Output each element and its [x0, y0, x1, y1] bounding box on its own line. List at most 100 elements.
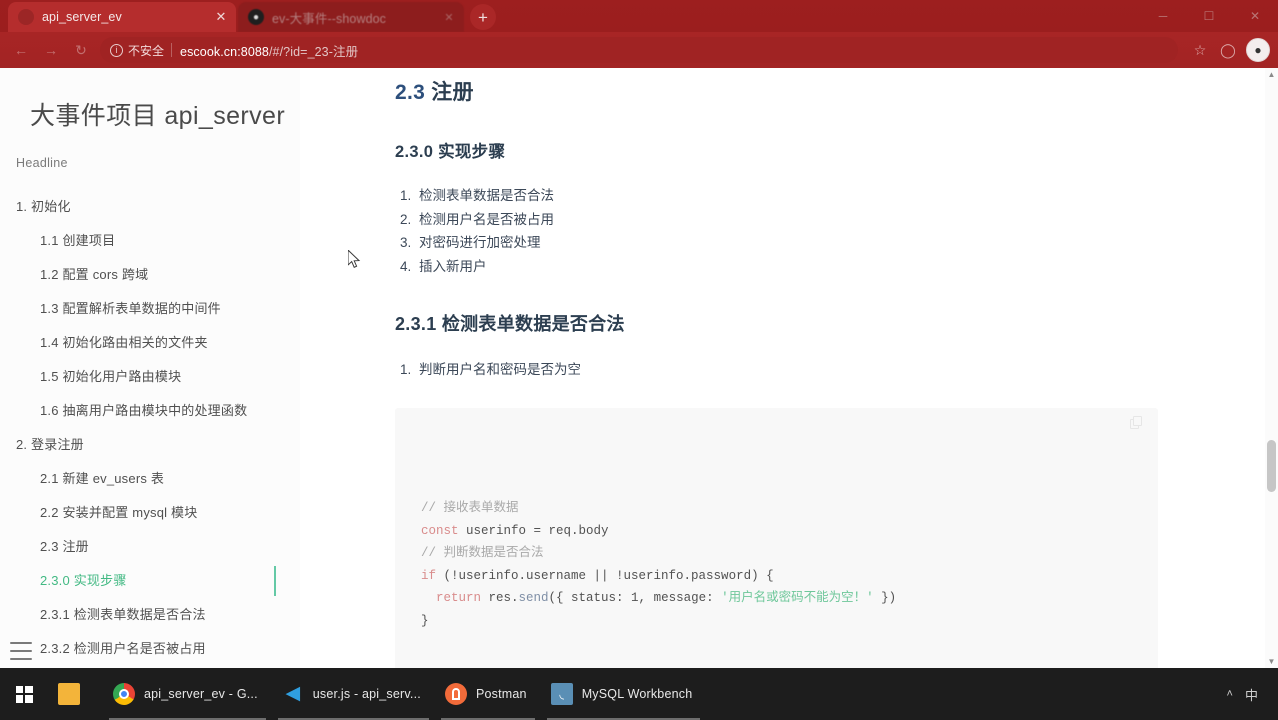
code-token: }	[421, 613, 429, 628]
circle-icon[interactable]: ◯	[1214, 36, 1242, 64]
info-circle-icon[interactable]: i	[110, 43, 123, 57]
sidebar-item-2-3-0[interactable]: 2.3.0 实现步骤	[0, 564, 300, 598]
doc-content: 2.3 注册 2.3.0 实现步骤 检测表单数据是否合法 检测用户名是否被占用 …	[300, 68, 1278, 668]
forward-icon[interactable]: →	[36, 35, 66, 65]
taskbar-item-postman[interactable]: Postman	[435, 668, 541, 720]
sidebar-item-2-1[interactable]: 2.1 新建 ev_users 表	[0, 462, 300, 496]
star-icon[interactable]: ☆	[1186, 36, 1214, 64]
sidebar-nav: Headline 1. 初始化 1.1 创建项目 1.2 配置 cors 跨域 …	[0, 156, 300, 666]
sidebar-item-2-3-2[interactable]: 2.3.2 检测用户名是否被占用	[0, 632, 300, 666]
code-block: // 接收表单数据 const userinfo = req.body // 判断数…	[395, 407, 1158, 668]
sidebar-item-1-3[interactable]: 1.3 配置解析表单数据的中间件	[0, 292, 300, 326]
tab-title: api_server_ev	[42, 10, 122, 24]
code-token: '用户名或密码不能为空！'	[721, 591, 874, 605]
taskbar-item-label: Postman	[475, 687, 527, 701]
steps-list-2-3-0: 检测表单数据是否合法 检测用户名是否被占用 对密码进行加密处理 插入新用户	[415, 184, 1158, 278]
code-token: ({ status: 1, message:	[548, 591, 722, 605]
start-button[interactable]	[0, 668, 48, 720]
list-item: 检测用户名是否被占用	[415, 208, 1158, 232]
hamburger-bar	[10, 642, 32, 644]
minimize-icon[interactable]: ─	[1140, 0, 1186, 32]
site-title: 大事件项目 api_server	[30, 102, 286, 130]
taskbar-item-label: MySQL Workbench	[581, 687, 693, 701]
sidebar-item-2-3[interactable]: 2.3 注册	[0, 530, 300, 564]
scroll-down-icon[interactable]: ▼	[1265, 655, 1278, 668]
close-icon[interactable]: ✕	[1232, 0, 1278, 32]
code-line: if (!userinfo.username || !userinfo.pass…	[421, 565, 1138, 588]
omnibox-divider	[171, 43, 173, 57]
taskbar-item-chrome[interactable]: api_server_ev - G...	[103, 668, 272, 720]
code-token: // 判断数据是否合法	[421, 546, 544, 560]
sidebar-item-1-2[interactable]: 1.2 配置 cors 跨域	[0, 258, 300, 292]
chevron-up-icon[interactable]: ˄	[1217, 688, 1243, 700]
code-token: (!userinfo.username || !userinfo.passwor…	[436, 568, 774, 583]
copy-icon[interactable]	[1130, 415, 1144, 430]
code-line: // 接收表单数据	[421, 497, 1138, 520]
code-lines: // 接收表单数据 const userinfo = req.body // 判断数…	[421, 497, 1138, 632]
sidebar-item-label: 2.3.0 实现步骤	[40, 573, 127, 588]
tab-close-icon[interactable]: ✕	[212, 8, 230, 26]
taskbar: api_server_ev - G... ◀ user.js - api_ser…	[0, 668, 1278, 720]
sidebar-item-1-5[interactable]: 1.5 初始化用户路由模块	[0, 360, 300, 394]
taskbar-item-label: user.js - api_serv...	[312, 687, 421, 701]
code-token: })	[873, 591, 897, 605]
doc-sidebar: 大事件项目 api_server Headline 1. 初始化 1.1 创建项…	[0, 68, 300, 668]
sidebar-item-1-4[interactable]: 1.4 初始化路由相关的文件夹	[0, 326, 300, 360]
heading-2-3-1: 2.3.1 检测表单数据是否合法	[395, 314, 625, 334]
sidebar-item-1-1[interactable]: 1.1 创建项目	[0, 224, 300, 258]
sidebar-item-2[interactable]: 2. 登录注册	[0, 428, 300, 462]
heading-2-3-0: 2.3.0 实现步骤	[395, 143, 506, 161]
page-title-text: 注册	[431, 81, 474, 104]
code-token: userinfo = req.body	[458, 523, 609, 538]
mouse-cursor	[348, 250, 361, 268]
code-token: return	[421, 591, 482, 605]
back-icon[interactable]: ←	[6, 35, 36, 65]
hamburger-icon[interactable]	[10, 642, 32, 660]
chrome-icon	[113, 683, 135, 705]
sidebar-item-2-3-1[interactable]: 2.3.1 检测表单数据是否合法	[0, 598, 300, 632]
ime-indicator[interactable]: 中	[1243, 685, 1270, 704]
taskbar-item-mysql-workbench[interactable]: ◟ MySQL Workbench	[541, 668, 707, 720]
page-scrollbar[interactable]: ▲ ▼	[1265, 68, 1278, 668]
scroll-up-icon[interactable]: ▲	[1265, 68, 1278, 81]
code-token: // 接收表单数据	[421, 501, 519, 515]
window-controls: ─ ☐ ✕	[1138, 0, 1278, 32]
tab-ev-showdoc[interactable]: ● ev-大事件--showdoc ✕	[238, 2, 464, 32]
taskbar-item-label: api_server_ev - G...	[144, 687, 258, 701]
hamburger-bar	[10, 658, 32, 660]
avatar[interactable]: ●	[1246, 38, 1270, 62]
tab-strip: api_server_ev ✕ ● ev-大事件--showdoc ✕ + ─ …	[0, 0, 1278, 32]
mysql-icon: ◟	[550, 683, 573, 705]
code-line: }	[421, 610, 1138, 633]
code-token: if	[421, 568, 437, 583]
url-text: escook.cn:8088/#/?id=_23-注册	[180, 41, 358, 60]
page-title: 2.3 注册	[395, 76, 1158, 106]
taskbar-item-vscode[interactable]: ◀ user.js - api_serv...	[272, 668, 435, 720]
steps-list-2-3-1: 判断用户名和密码是否为空	[415, 358, 1158, 382]
system-tray: ˄ 中	[1217, 685, 1278, 704]
sidebar-item-1[interactable]: 1. 初始化	[0, 190, 300, 224]
folder-icon	[58, 683, 80, 705]
page-icon	[18, 9, 34, 25]
new-tab-button[interactable]: +	[470, 4, 496, 30]
sidebar-item-2-2[interactable]: 2.2 安装并配置 mysql 模块	[0, 496, 300, 530]
tab-close-icon[interactable]: ✕	[440, 8, 458, 26]
code-token: res.	[481, 591, 519, 605]
scrollbar-thumb[interactable]	[1267, 440, 1276, 492]
reload-icon[interactable]: ↻	[66, 35, 96, 65]
code-line: // 判断数据是否合法	[421, 542, 1138, 565]
page-viewport: 大事件项目 api_server Headline 1. 初始化 1.1 创建项…	[0, 68, 1278, 668]
code-line: return res.send({ status: 1, message: '用…	[421, 587, 1138, 610]
maximize-icon[interactable]: ☐	[1186, 0, 1232, 32]
sidebar-item-1-6[interactable]: 1.6 抽离用户路由模块中的处理函数	[0, 394, 300, 428]
list-item: 对密码进行加密处理	[415, 231, 1158, 255]
windows-logo-icon	[15, 685, 33, 703]
tab-api-server-ev[interactable]: api_server_ev ✕	[8, 2, 236, 32]
page-title-number: 2.3	[395, 81, 432, 104]
taskbar-item-file-explorer[interactable]	[48, 668, 103, 720]
url-host: escook.cn:8088	[180, 44, 269, 59]
screen: api_server_ev ✕ ● ev-大事件--showdoc ✕ + ─ …	[0, 0, 1278, 720]
address-bar[interactable]: i 不安全 escook.cn:8088/#/?id=_23-注册	[100, 37, 1178, 63]
code-token: const	[421, 523, 459, 538]
security-label: 不安全	[128, 43, 165, 58]
